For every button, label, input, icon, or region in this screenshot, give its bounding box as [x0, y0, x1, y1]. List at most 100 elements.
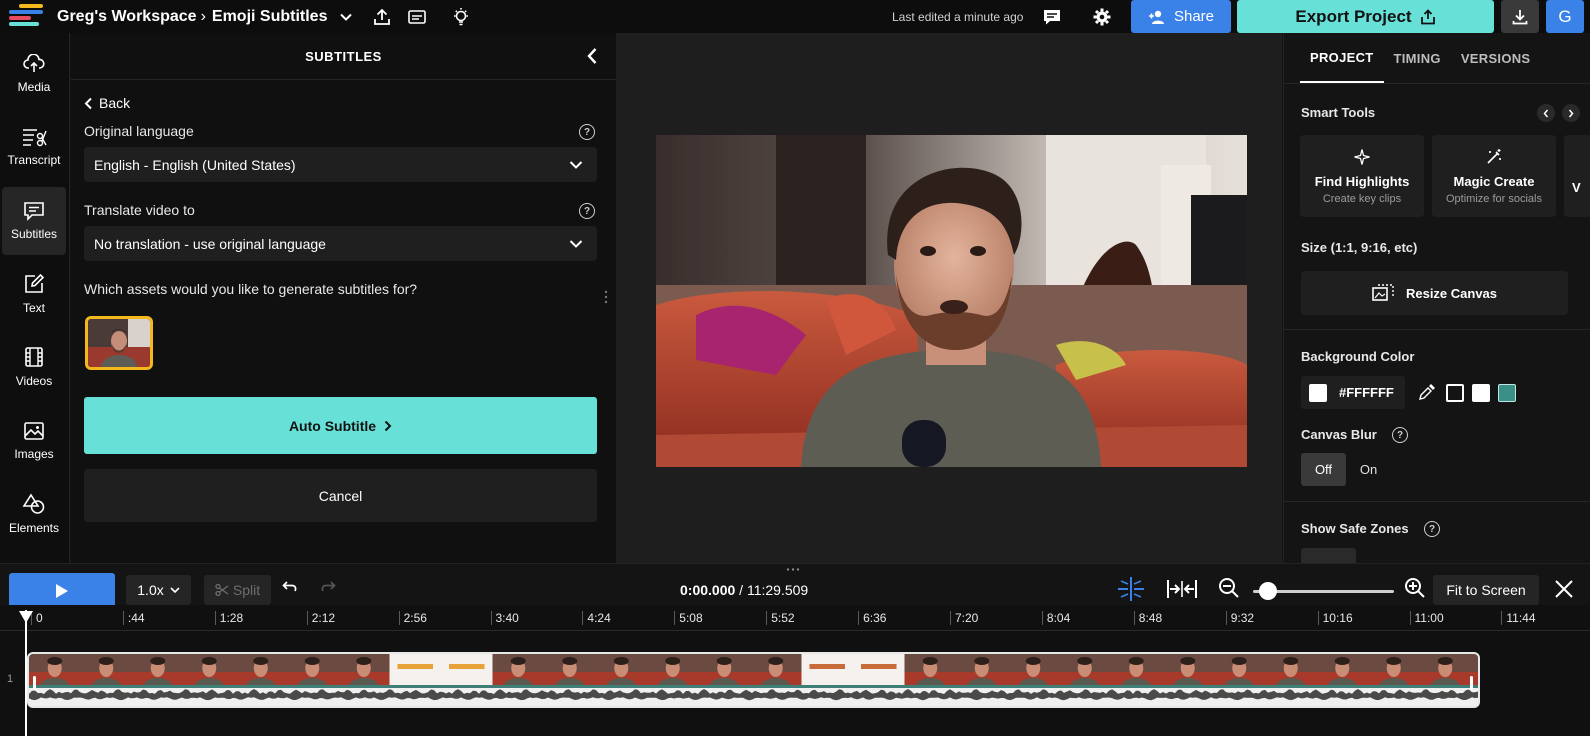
help-circle-icon[interactable]: ? — [579, 124, 595, 140]
clip-filmstrip — [29, 654, 1478, 706]
video-clip[interactable] — [27, 652, 1480, 708]
ruler-tick: 11:00 — [1409, 611, 1444, 625]
rail-item-elements[interactable]: Elements — [2, 480, 66, 548]
color-swatch-black[interactable] — [1446, 384, 1464, 402]
ruler-tick: 7:20 — [950, 611, 978, 625]
video-preview[interactable] — [656, 135, 1247, 467]
color-swatch-white[interactable] — [1472, 384, 1490, 402]
translate-select[interactable]: No translation - use original language — [84, 226, 597, 261]
asset-thumbnail-selected[interactable] — [85, 316, 153, 370]
tool-card-partial[interactable]: V — [1564, 135, 1590, 217]
clip-thumbnail — [441, 654, 493, 686]
original-language-select[interactable]: English - English (United States) — [84, 147, 597, 182]
clip-trim-handle-right[interactable] — [1470, 676, 1473, 690]
lightbulb-icon[interactable] — [449, 5, 473, 29]
help-circle-icon[interactable]: ? — [1392, 427, 1408, 443]
background-color-input[interactable]: #FFFFFF — [1301, 376, 1405, 409]
back-button[interactable]: Back — [84, 95, 130, 111]
rail-item-images[interactable]: Images — [2, 407, 66, 475]
fit-clips-icon[interactable] — [1166, 578, 1198, 605]
rail-item-subtitles[interactable]: Subtitles — [2, 187, 66, 255]
tool-subtitle: Create key clips — [1322, 192, 1402, 205]
zoom-out-icon[interactable] — [1218, 577, 1240, 604]
chevron-down-icon[interactable] — [339, 10, 353, 24]
rail-label-elements: Elements — [8, 521, 60, 535]
resize-canvas-icon — [1372, 284, 1394, 302]
chevron-left-icon[interactable] — [586, 47, 598, 68]
chevron-down-icon — [569, 158, 583, 174]
upload-icon[interactable] — [370, 5, 394, 29]
film-icon — [23, 346, 45, 368]
ruler-tick: 5:08 — [674, 611, 703, 625]
rail-label-videos: Videos — [15, 374, 53, 388]
rail-item-media[interactable]: Media — [2, 40, 66, 108]
fit-to-screen-button[interactable]: Fit to Screen — [1433, 575, 1539, 605]
panel-resize-handle[interactable] — [604, 290, 608, 304]
blur-off-option[interactable]: Off — [1301, 453, 1346, 486]
time-separator: / — [735, 582, 747, 598]
close-icon[interactable] — [1554, 579, 1574, 604]
clip-thumbnail — [853, 654, 905, 686]
tool-title: Magic Create — [1453, 173, 1535, 189]
resize-canvas-button[interactable]: Resize Canvas — [1301, 271, 1568, 315]
safe-zones-title: Show Safe Zones — [1301, 521, 1409, 536]
color-swatch-teal[interactable] — [1498, 384, 1516, 402]
snap-icon[interactable] — [1116, 576, 1146, 607]
settings-gear-icon[interactable] — [1090, 5, 1114, 29]
download-icon — [1511, 8, 1529, 26]
tab-versions[interactable]: VERSIONS — [1451, 33, 1541, 83]
help-circle-icon[interactable]: ? — [579, 203, 595, 219]
carousel-next-button[interactable] — [1562, 104, 1580, 122]
export-project-button[interactable]: Export Project — [1237, 0, 1494, 33]
blur-on-option[interactable]: On — [1346, 453, 1391, 486]
share-export-icon — [1420, 8, 1436, 25]
undo-icon[interactable] — [282, 580, 298, 599]
redo-icon[interactable] — [320, 580, 336, 599]
comments-icon[interactable] — [1040, 5, 1064, 29]
share-button[interactable]: Share — [1131, 0, 1231, 33]
cancel-button[interactable]: Cancel — [84, 469, 597, 522]
tool-find-highlights[interactable]: Find Highlights Create key clips — [1300, 135, 1424, 217]
zoom-slider-handle[interactable] — [1259, 582, 1278, 600]
project-title[interactable]: Emoji Subtitles — [212, 8, 328, 26]
captions-icon[interactable] — [405, 5, 429, 29]
help-circle-icon[interactable]: ? — [1424, 521, 1440, 537]
carousel-prev-button[interactable] — [1537, 104, 1555, 122]
chevron-down-icon — [569, 237, 583, 253]
tool-magic-create[interactable]: Magic Create Optimize for socials — [1432, 135, 1556, 217]
auto-subtitle-button[interactable]: Auto Subtitle — [84, 397, 597, 454]
divider — [1284, 329, 1590, 330]
timeline-ruler[interactable]: 0:44 1:28 2:12 2:56 3:40 4:24 5:08 5:52 6:36 7:20… — [0, 605, 1590, 631]
rail-item-videos[interactable]: Videos — [2, 333, 66, 401]
playhead-handle[interactable] — [18, 610, 34, 624]
tool-title: V — [1572, 179, 1581, 195]
properties-panel: PROJECT TIMING VERSIONS Smart Tools Find… — [1283, 33, 1590, 563]
rail-item-transcript[interactable]: Transcript — [2, 113, 66, 181]
eyedropper-icon[interactable] — [1418, 383, 1436, 406]
ruler-tick: 8:48 — [1133, 611, 1162, 625]
assets-question: Which assets would you like to generate … — [84, 281, 418, 297]
rail-item-text[interactable]: Text — [2, 260, 66, 328]
image-icon — [23, 421, 45, 441]
tab-project[interactable]: PROJECT — [1300, 33, 1384, 83]
original-language-label: Original language — [84, 123, 194, 139]
ruler-tick: 9:32 — [1225, 611, 1254, 625]
workspace-link[interactable]: Greg's Workspace — [57, 8, 197, 26]
user-avatar[interactable]: G — [1546, 0, 1584, 33]
playback-speed-select[interactable]: 1.0x — [126, 575, 191, 605]
download-button[interactable] — [1501, 0, 1539, 33]
resize-canvas-label: Resize Canvas — [1405, 285, 1498, 301]
breadcrumb: Greg's Workspace › Emoji Subtitles — [57, 0, 353, 33]
safe-zones-toggle-partial[interactable] — [1301, 548, 1356, 563]
clip-trim-handle-left[interactable] — [33, 676, 36, 690]
zoom-in-icon[interactable] — [1404, 577, 1426, 604]
playhead[interactable] — [25, 610, 27, 736]
subtitles-panel: SUBTITLES Back Original language ? Engli… — [71, 33, 616, 563]
app-logo[interactable] — [9, 4, 45, 28]
current-time: 0:00.000 — [680, 582, 736, 598]
play-button[interactable] — [9, 573, 115, 608]
chevron-down-icon — [170, 586, 180, 594]
tab-timing[interactable]: TIMING — [1384, 33, 1451, 83]
left-rail: Media Transcript Subtitles Text Videos I… — [0, 33, 70, 563]
split-button[interactable]: Split — [204, 575, 271, 605]
